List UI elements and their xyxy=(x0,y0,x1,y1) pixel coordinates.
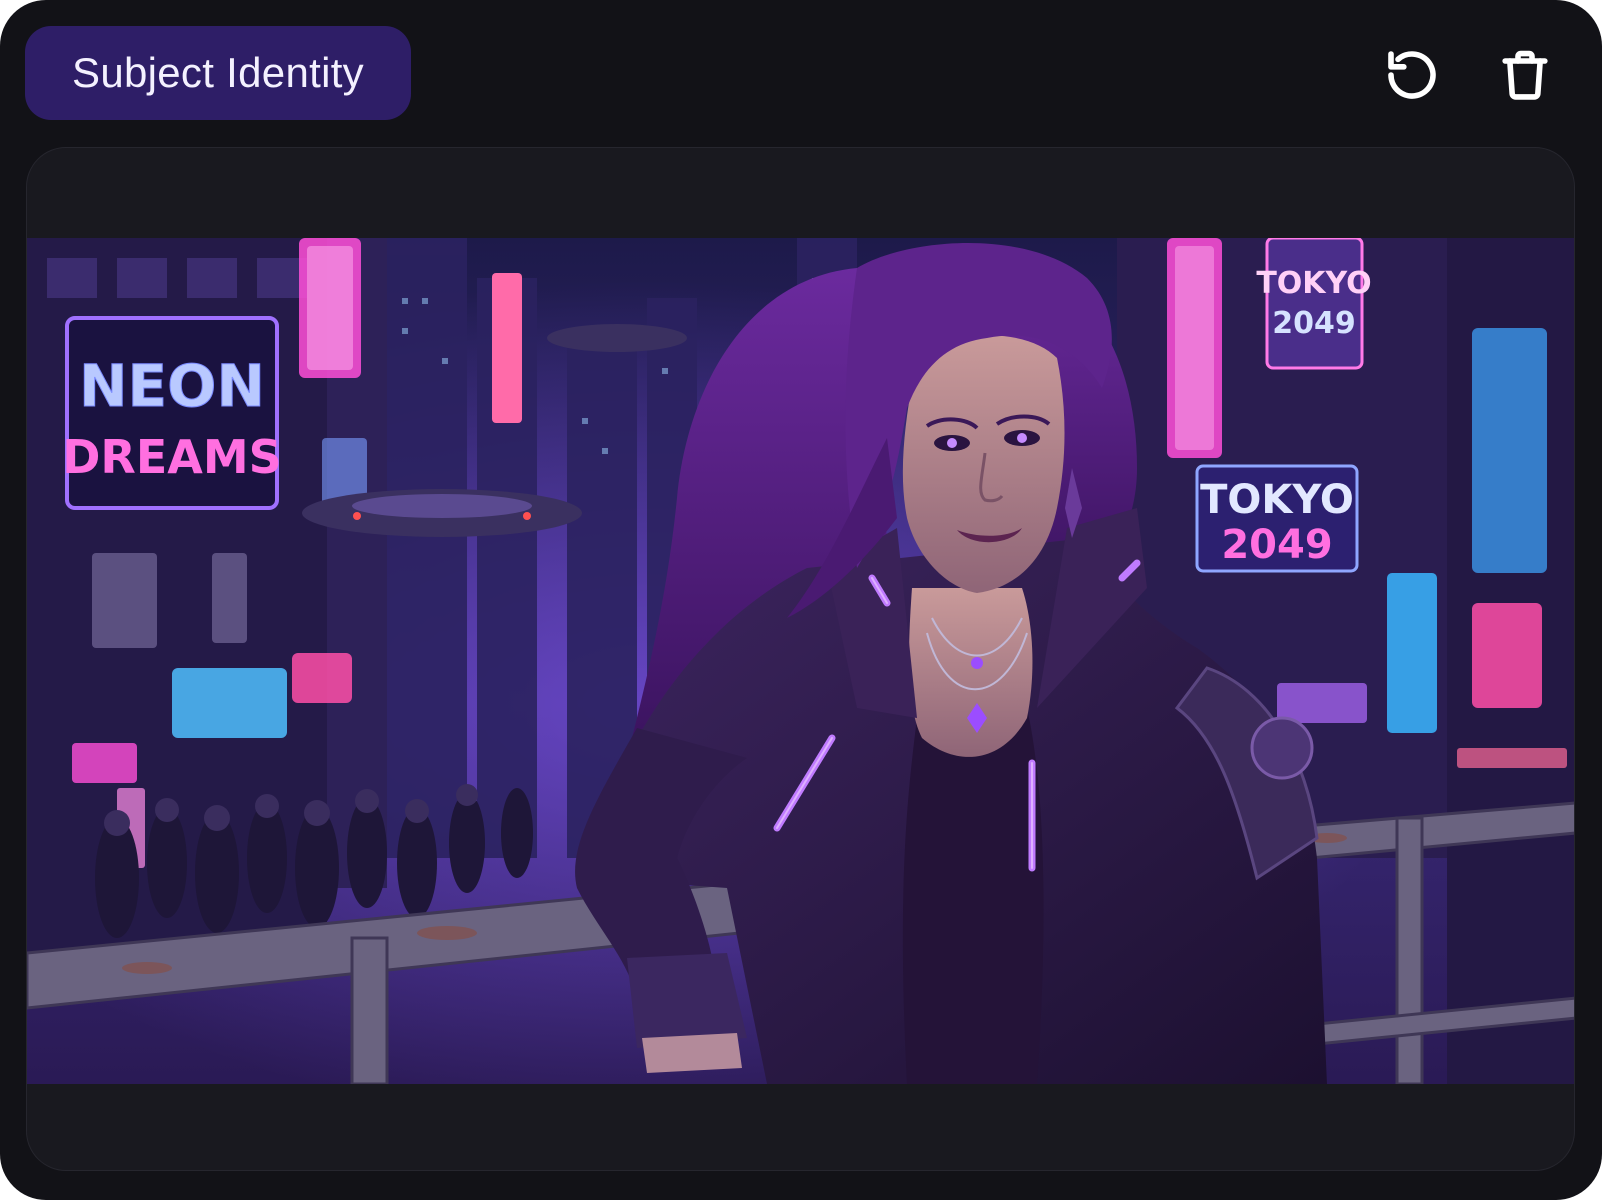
subject-image[interactable]: NEON DREAMS TOKYO 2049 TOKYO 2049 xyxy=(27,238,1574,1084)
reset-button[interactable] xyxy=(1377,40,1447,110)
tokyo-lower-line1: TOKYO xyxy=(1200,477,1354,523)
neon-sign-line1: NEON xyxy=(79,352,265,420)
subject-identity-card: Subject Identity NEON DREAMS TOKYO 2049 … xyxy=(0,0,1602,1200)
tokyo-upper-line1: TOKYO xyxy=(1256,266,1371,301)
neon-sign-line2: DREAMS xyxy=(62,430,282,484)
cyberpunk-portrait-illustration: NEON DREAMS TOKYO 2049 TOKYO 2049 xyxy=(27,238,1574,1084)
tokyo-lower-line2: 2049 xyxy=(1221,522,1332,568)
rotate-ccw-icon xyxy=(1388,51,1436,99)
delete-button[interactable] xyxy=(1490,40,1560,110)
trash-icon xyxy=(1502,50,1548,100)
tokyo-upper-line2: 2049 xyxy=(1272,306,1356,341)
card-title: Subject Identity xyxy=(25,26,411,120)
image-frame: NEON DREAMS TOKYO 2049 TOKYO 2049 xyxy=(26,147,1575,1171)
